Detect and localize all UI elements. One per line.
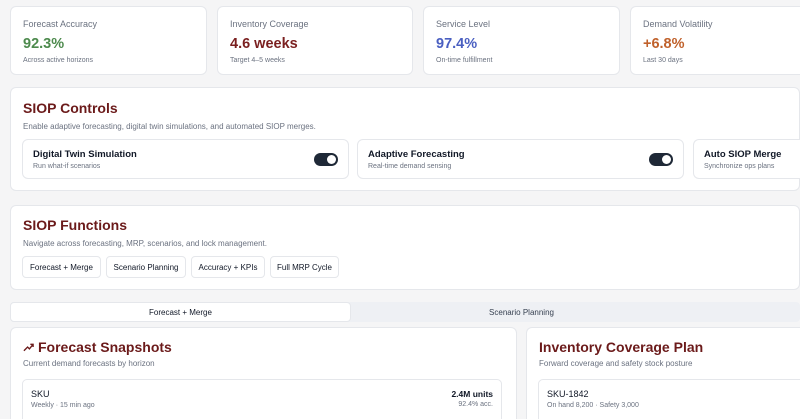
- toggle-card-digital-twin: Digital Twin Simulation Run what-if scen…: [22, 139, 349, 179]
- kpi-label: Forecast Accuracy: [23, 19, 98, 29]
- tab-scenario-planning[interactable]: Scenario Planning: [351, 302, 692, 322]
- adaptive-forecasting-switch[interactable]: [649, 153, 673, 166]
- section-title: Forecast Snapshots: [23, 339, 504, 355]
- kpi-label: Demand Volatility: [643, 19, 713, 29]
- scenario-planning-button[interactable]: Scenario Planning: [106, 256, 186, 278]
- kpi-card-demand-volatility: Demand Volatility +6.8% Last 30 days: [630, 6, 800, 75]
- toggle-subtitle: Real-time demand sensing: [368, 163, 452, 170]
- kpi-value: 4.6 weeks: [230, 36, 298, 52]
- kpi-card-forecast-accuracy: Forecast Accuracy 92.3% Across active ho…: [10, 6, 207, 75]
- section-title: SIOP Functions: [23, 217, 127, 233]
- list-item[interactable]: SKU Weekly · 15 min ago 2.4M units 92.4%…: [22, 379, 502, 419]
- sku-name: SKU: [31, 389, 50, 399]
- kpi-label: Inventory Coverage: [230, 19, 309, 29]
- list-item[interactable]: SKU-1842 On hand 8,200 · Safety 3,000: [538, 379, 800, 419]
- toggle-subtitle: Run what-if scenarios: [33, 163, 101, 170]
- tab-forecast-merge[interactable]: Forecast + Merge: [10, 302, 351, 322]
- full-mrp-cycle-button[interactable]: Full MRP Cycle: [270, 256, 339, 278]
- toggle-title: Adaptive Forecasting: [368, 149, 465, 160]
- kpi-value: 92.3%: [23, 36, 65, 52]
- kpi-sub: Last 30 days: [643, 57, 683, 64]
- kpi-sub: Target 4–5 weeks: [230, 57, 285, 64]
- kpi-value: +6.8%: [643, 36, 685, 52]
- section-subtitle: Enable adaptive forecasting, digital twi…: [23, 122, 316, 131]
- kpi-card-service-level: Service Level 97.4% On-time fulfillment: [423, 6, 620, 75]
- section-subtitle: Current demand forecasts by horizon: [23, 359, 155, 368]
- kpi-value: 97.4%: [436, 36, 478, 52]
- toggle-title: Digital Twin Simulation: [33, 149, 137, 160]
- trending-up-icon: [23, 343, 34, 351]
- toggle-card-auto-siop-merge: Auto SIOP Merge Synchronize ops plans: [693, 139, 800, 179]
- toggle-subtitle: Synchronize ops plans: [704, 163, 775, 170]
- forecast-accuracy: 92.4% acc.: [458, 401, 493, 408]
- kpi-sub: On-time fulfillment: [436, 57, 493, 64]
- view-tabs: Forecast + Merge Scenario Planning: [10, 302, 800, 322]
- kpi-row: Forecast Accuracy 92.3% Across active ho…: [10, 6, 800, 75]
- digital-twin-switch[interactable]: [314, 153, 338, 166]
- sku-meta: Weekly · 15 min ago: [31, 402, 95, 409]
- section-title: SIOP Controls: [23, 100, 118, 116]
- sku-meta: On hand 8,200 · Safety 3,000: [547, 402, 639, 409]
- kpi-card-inventory-coverage: Inventory Coverage 4.6 weeks Target 4–5 …: [217, 6, 413, 75]
- section-title-text: Forecast Snapshots: [38, 339, 172, 355]
- toggle-card-adaptive-forecasting: Adaptive Forecasting Real-time demand se…: [357, 139, 684, 179]
- accuracy-kpis-button[interactable]: Accuracy + KPIs: [191, 256, 265, 278]
- kpi-label: Service Level: [436, 19, 491, 29]
- section-subtitle: Forward coverage and safety stock postur…: [539, 359, 693, 368]
- toggle-title: Auto SIOP Merge: [704, 149, 782, 160]
- forecast-merge-button[interactable]: Forecast + Merge: [22, 256, 101, 278]
- section-subtitle: Navigate across forecasting, MRP, scenar…: [23, 239, 267, 248]
- forecast-units: 2.4M units: [451, 389, 493, 399]
- sku-name: SKU-1842: [547, 389, 589, 399]
- kpi-sub: Across active horizons: [23, 57, 94, 64]
- section-title: Inventory Coverage Plan: [539, 339, 704, 355]
